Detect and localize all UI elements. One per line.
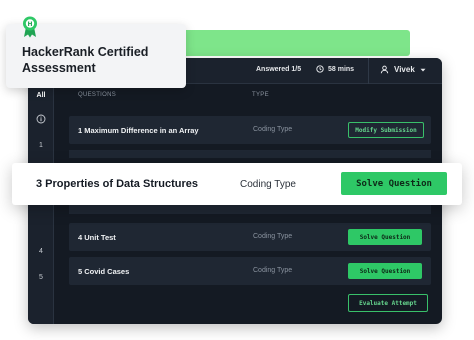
user-icon: [380, 65, 389, 74]
question-title: 4 Unit Test: [78, 233, 116, 242]
sidebar-item-all[interactable]: All: [28, 92, 54, 99]
user-menu[interactable]: Vivek: [380, 65, 426, 74]
clock-icon: [316, 65, 324, 73]
timer-text: 58 mins: [328, 65, 355, 73]
row-background: [69, 204, 431, 214]
solve-question-button[interactable]: Solve Question: [341, 172, 447, 195]
answered-count: Answered 1/5: [256, 66, 302, 73]
solve-question-button[interactable]: Solve Question: [348, 263, 422, 279]
question-type: Coding Type: [253, 126, 293, 133]
evaluate-attempt-button[interactable]: Evaluate Attempt: [348, 294, 428, 312]
svg-text:H: H: [27, 21, 32, 28]
stage: Answered 1/5 58 mins Vivek All 1 4 5 QUE…: [0, 0, 474, 340]
question-type: Coding Type: [253, 267, 293, 274]
certification-card: H HackerRank Certified Assessment: [6, 16, 186, 88]
row-background: [69, 150, 431, 158]
question-title: 3 Properties of Data Structures: [36, 178, 198, 190]
certification-title: HackerRank Certified Assessment: [22, 45, 149, 75]
question-title: 5 Covid Cases: [78, 267, 130, 276]
topbar-divider: [368, 58, 369, 84]
table-row[interactable]: 1 Maximum Difference in an Array Coding …: [69, 116, 431, 144]
table-row[interactable]: 5 Covid Cases Coding Type Solve Question: [69, 257, 431, 285]
user-name: Vivek: [394, 65, 415, 74]
ribbon-badge-icon: H: [23, 16, 37, 38]
table-row[interactable]: 4 Unit Test Coding Type Solve Question: [69, 223, 431, 251]
solve-question-button[interactable]: Solve Question: [348, 229, 422, 245]
question-type: Coding Type: [240, 179, 296, 190]
sidebar-item-1[interactable]: 1: [28, 142, 54, 149]
chevron-down-icon: [420, 68, 426, 71]
timer: 58 mins: [316, 65, 354, 73]
decorative-green-bar: [178, 30, 410, 56]
info-icon: [36, 114, 46, 124]
question-type: Coding Type: [253, 233, 293, 240]
column-header-type: TYPE: [252, 92, 269, 98]
sidebar-item-5[interactable]: 5: [28, 274, 54, 281]
sidebar-item-4[interactable]: 4: [28, 248, 54, 255]
question-title: 1 Maximum Difference in an Array: [78, 126, 199, 135]
highlighted-question-row[interactable]: 3 Properties of Data Structures Coding T…: [12, 163, 462, 205]
modify-submission-button[interactable]: Modify Submission: [348, 122, 424, 138]
sidebar-item-info[interactable]: [28, 114, 54, 126]
column-header-questions: QUESTIONS: [78, 92, 117, 98]
